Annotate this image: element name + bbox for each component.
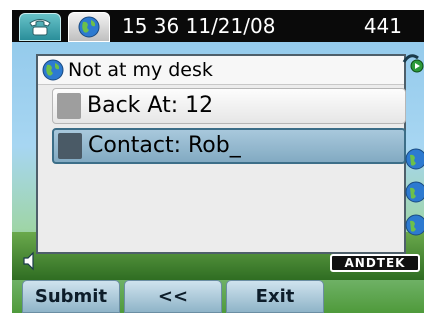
submit-label: Submit (34, 286, 108, 307)
submit-button[interactable]: Submit (22, 280, 120, 313)
andtek-logo: ANDTEK (330, 254, 420, 272)
status-datetime: 15 36 11/21/08 (122, 14, 276, 38)
speaker-icon (23, 251, 34, 271)
globe-icon (42, 59, 64, 81)
globe-icon[interactable] (400, 213, 424, 237)
status-bar: 15 36 11/21/08 441 (12, 10, 424, 42)
back-button[interactable]: << (124, 280, 222, 313)
field-marker-icon (58, 133, 82, 159)
tab-services[interactable] (68, 12, 110, 42)
globe-icon (78, 16, 100, 38)
contact-field[interactable]: Contact: Rob_ (52, 128, 406, 164)
not-at-desk-dialog: Not at my desk Back At: 12 Contact: Rob_ (36, 54, 406, 254)
exit-button[interactable]: Exit (226, 280, 324, 313)
logo-text: ANDTEK (344, 256, 406, 270)
phone-display: 15 36 11/21/08 441 Not at my desk Back A… (0, 0, 424, 313)
phone-icon (29, 19, 51, 36)
globe-icon[interactable] (400, 180, 424, 204)
field-marker-icon (57, 93, 81, 119)
globe-icon[interactable] (400, 147, 424, 171)
dialog-title: Not at my desk (68, 59, 213, 81)
back-at-value: Back At: 12 (87, 93, 214, 118)
contact-value: Contact: Rob_ (88, 133, 241, 158)
phone-screen: 15 36 11/21/08 441 Not at my desk Back A… (12, 10, 424, 313)
dialog-header: Not at my desk (38, 56, 404, 85)
back-at-field[interactable]: Back At: 12 (52, 88, 406, 124)
line-status-icon (402, 54, 424, 73)
back-label: << (157, 286, 189, 307)
softkey-bar: Submit << Exit (12, 280, 424, 313)
tab-phone[interactable] (19, 13, 61, 41)
exit-label: Exit (255, 286, 295, 307)
status-extension: 441 (363, 14, 402, 38)
